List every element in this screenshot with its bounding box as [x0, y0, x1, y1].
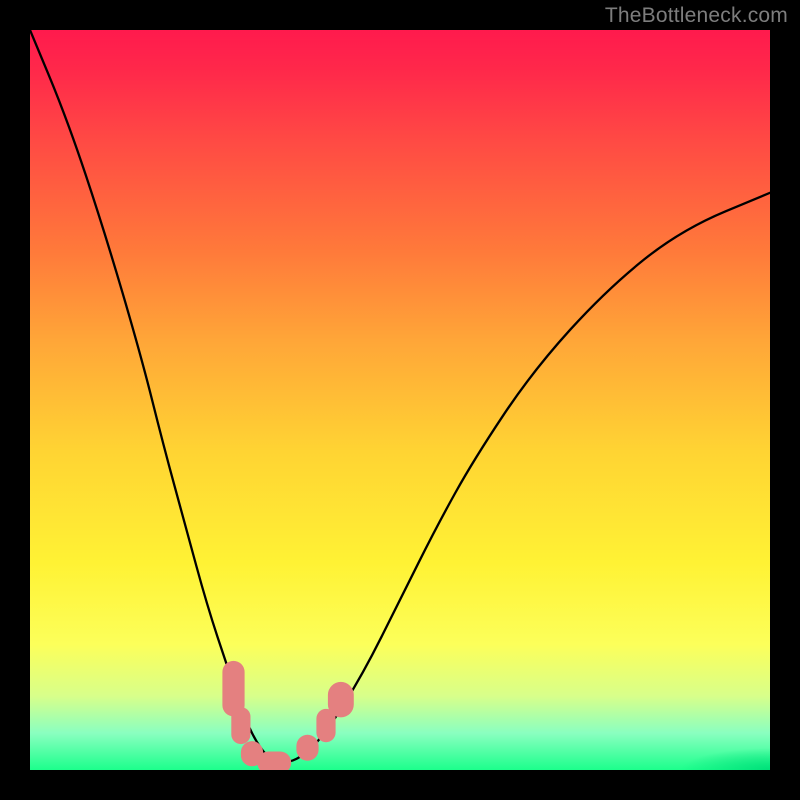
plot-area [30, 30, 770, 770]
watermark-text: TheBottleneck.com [605, 4, 788, 28]
marker-bottom-2 [257, 752, 291, 771]
marker-right-1 [296, 735, 318, 761]
marker-right-3 [328, 682, 354, 718]
marker-layer [30, 30, 770, 770]
marker-left-2 [231, 707, 250, 744]
chart-frame: TheBottleneck.com [0, 0, 800, 800]
